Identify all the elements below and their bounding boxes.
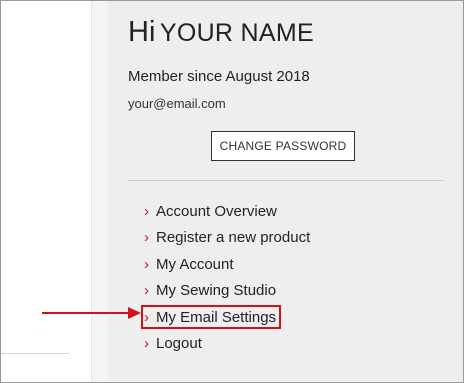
menu-item-label: My Email Settings <box>156 308 277 326</box>
left-column <box>1 1 91 382</box>
chevron-right-icon: › <box>144 229 149 247</box>
chevron-right-icon: › <box>144 255 149 273</box>
menu-item-label: Account Overview <box>156 202 277 220</box>
change-password-button[interactable]: CHANGE PASSWORD <box>211 131 355 161</box>
menu-item-my-email-settings[interactable]: › My Email Settings <box>141 304 310 331</box>
menu-item-label: Register a new product <box>156 229 311 247</box>
greeting-hi: Hi <box>128 16 156 48</box>
chevron-right-icon: › <box>144 282 149 300</box>
menu-item-account-overview[interactable]: › Account Overview <box>144 198 310 225</box>
left-divider <box>1 353 69 354</box>
greeting-heading: Hi YOUR NAME <box>128 18 314 47</box>
member-since: Member since August 2018 <box>128 68 310 85</box>
account-menu: › Account Overview › Register a new prod… <box>141 198 310 358</box>
chevron-right-icon: › <box>144 308 149 326</box>
menu-item-label: My Account <box>156 255 234 273</box>
menu-item-logout[interactable]: › Logout <box>144 331 310 358</box>
menu-item-register-product[interactable]: › Register a new product <box>144 225 310 252</box>
menu-item-my-account[interactable]: › My Account <box>144 251 310 278</box>
chevron-right-icon: › <box>144 335 149 353</box>
arrow-right-icon <box>42 307 141 319</box>
menu-divider <box>128 180 444 181</box>
column-gutter <box>91 1 108 382</box>
user-name: YOUR NAME <box>159 19 314 47</box>
menu-item-my-sewing-studio[interactable]: › My Sewing Studio <box>144 278 310 305</box>
menu-item-label: My Sewing Studio <box>156 282 277 300</box>
user-email: your@email.com <box>128 96 226 111</box>
menu-item-label: Logout <box>156 335 202 353</box>
chevron-right-icon: › <box>144 202 149 220</box>
